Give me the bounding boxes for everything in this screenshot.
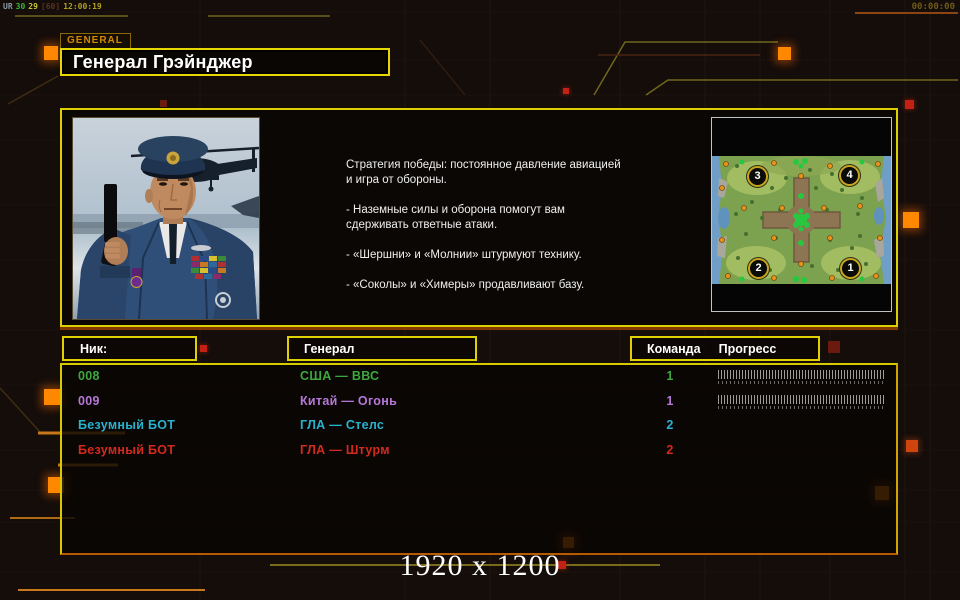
table-row: 009 Китай — Огонь 1 [62,391,896,415]
resolution-label: 1920 x 1200 [399,549,561,582]
decor-square [905,100,914,109]
column-header-team-label: Команда [647,341,701,356]
table-row: Безумный БОТ ГЛА — Стелс 2 [62,415,896,439]
stat-value: 29 [28,2,38,11]
player-team: 2 [666,418,674,432]
strategy-briefing: Стратегия победы: постоянное давление ав… [346,159,621,291]
table-row: Безумный БОТ ГЛА — Штурм 2 [62,440,896,464]
table-row: 008 США — ВВС 1 [62,366,896,390]
column-header-general: Генерал [287,336,477,361]
decor-square [903,212,919,228]
progress-bar [718,370,885,384]
decor-square [778,47,791,60]
general-name: Генерал Грэйнджер [73,51,253,72]
player-general: ГЛА — Штурм [300,443,390,457]
column-header-nick: Ник: [62,336,197,361]
start-spot-2: 2 [748,258,769,279]
decor-square [200,345,207,352]
debug-stats: UR 30 29 [60] 12:00:19 [3,2,105,11]
decor-square [906,440,918,452]
player-team: 1 [666,394,674,408]
decor-square [160,100,167,107]
decor-square [563,88,569,94]
start-spot-4: 4 [839,165,860,186]
player-general: ГЛА — Стелс [300,418,385,432]
player-general: Китай — Огонь [300,394,398,408]
player-team: 2 [666,443,674,457]
game-timer: 00:00:00 [911,2,955,12]
start-spot-3: 3 [747,166,768,187]
general-info-panel: Стратегия победы: постоянное давление ав… [60,108,898,327]
decor-square [828,341,840,353]
column-header-team-progress: Команда Прогресс [630,336,820,361]
stat-engine: UR [3,2,13,11]
player-nick: Безумный БОТ [78,443,176,457]
page-title: Генерал Грэйнджер [60,48,390,76]
column-header-general-label: Генерал [304,341,355,356]
column-header-nick-label: Ник: [80,341,108,356]
player-nick: 009 [78,394,100,408]
general-portrait [72,117,260,320]
progress-bar [718,395,885,409]
start-spot-1: 1 [840,258,861,279]
player-team: 1 [666,369,674,383]
stat-clock: 12:00:19 [63,2,102,11]
players-table: 008 США — ВВС 1 009 Китай — Огонь 1 Безу… [60,363,898,555]
decor-square [44,46,58,60]
column-header-progress-label: Прогресс [718,341,777,356]
stat-cap: [60] [40,2,61,11]
stat-fps: 30 [15,2,26,11]
map-preview: 3 4 2 1 [711,117,892,312]
decor-square [44,389,60,405]
player-nick: Безумный БОТ [78,418,176,432]
player-general: США — ВВС [300,369,380,383]
player-nick: 008 [78,369,100,383]
